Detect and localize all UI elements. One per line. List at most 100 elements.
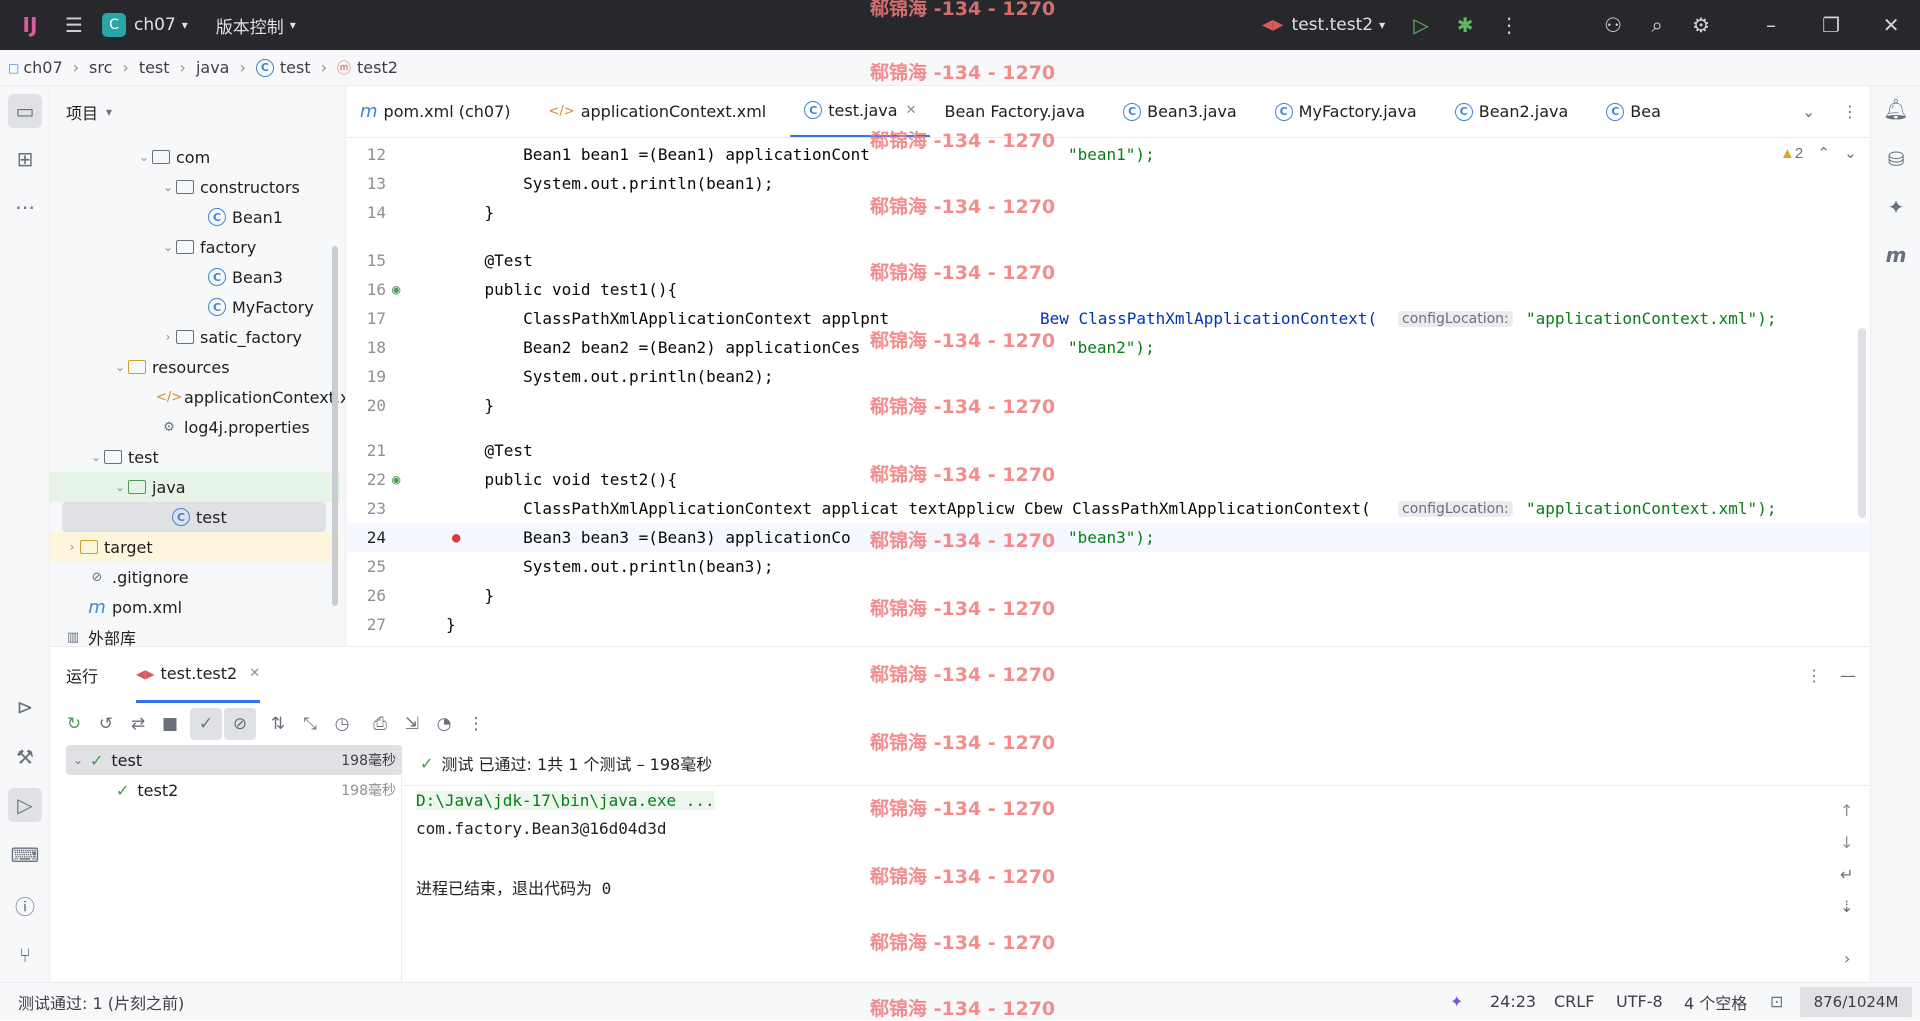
run-config-selector[interactable]: ◀▶ test.test2 ▾ [1262, 15, 1385, 35]
terminal-icon[interactable]: ⌨ [8, 838, 42, 872]
run-tool-icon[interactable]: ▷ [8, 788, 42, 822]
editor-scrollbar[interactable] [1858, 328, 1866, 518]
tree-item-myfactory[interactable]: C MyFactory [50, 292, 340, 322]
tree-item-gitignore[interactable]: ⊘ .gitignore [50, 562, 340, 592]
more-tools-icon[interactable]: ⋯ [8, 190, 42, 224]
collapse-icon[interactable]: ⤡ [294, 708, 326, 740]
tree-item-log4j[interactable]: ⚙ log4j.properties [50, 412, 340, 442]
notifications-bell-icon[interactable]: 🔔︎ [1879, 92, 1913, 126]
tree-item-factory[interactable]: ⌄ factory [50, 232, 340, 262]
git-branch-icon[interactable]: ⑂ [8, 938, 42, 972]
project-scrollbar[interactable] [332, 246, 338, 606]
settings-gear-icon[interactable]: ⚙ [1679, 5, 1723, 45]
services-icon[interactable]: ⊳ [8, 690, 42, 724]
tab-applicationcontext-xml[interactable]: </> applicationContext.xml [535, 86, 781, 137]
memory-indicator[interactable]: 876/1024M [1800, 987, 1912, 1017]
project-panel-header[interactable]: 项目 ▾ [50, 86, 345, 138]
scroll-up-icon[interactable]: ↑ [1840, 801, 1853, 820]
add-user-icon[interactable]: ⚇ [1591, 5, 1635, 45]
tree-item-resources[interactable]: ⌄ resources [50, 352, 340, 382]
build-hammer-icon[interactable]: ⚒ [8, 740, 42, 774]
console-output[interactable]: D:\Java\jdk-17\bin\java.exe ... com.fact… [416, 787, 1876, 983]
breadcrumb-item[interactable]: test [280, 58, 311, 77]
coverage-icon[interactable]: ◔ [428, 708, 460, 740]
tab-more-icon[interactable]: ⋮ [1842, 102, 1858, 121]
breadcrumb-item[interactable]: ch07 [23, 58, 62, 77]
status-message[interactable]: 测试通过: 1 (片刻之前) [18, 990, 184, 1014]
minimize-panel-icon[interactable]: — [1840, 666, 1856, 685]
structure-icon[interactable]: ⊞ [8, 142, 42, 176]
soft-wrap-icon[interactable]: ↵ [1840, 865, 1853, 884]
minimize-icon[interactable]: – [1749, 5, 1793, 45]
rerun-failed-icon[interactable]: ↺ [90, 708, 122, 740]
sort-icon[interactable]: ⇅ [262, 708, 294, 740]
tab-bean2-java[interactable]: C Bean2.java [1441, 86, 1583, 137]
main-menu-icon[interactable]: ☰ [52, 5, 96, 45]
debug-icon[interactable]: ✱ [1443, 5, 1487, 45]
tab-bea-truncated[interactable]: C Bea [1592, 86, 1675, 137]
tab-bean3-java[interactable]: C Bean3.java [1109, 86, 1251, 137]
tree-item-test-folder[interactable]: ⌄ test [50, 442, 340, 472]
close-icon[interactable]: ✕ [906, 103, 917, 118]
restore-icon[interactable]: ❐ [1809, 5, 1853, 45]
file-encoding[interactable]: UTF-8 [1616, 992, 1663, 1011]
vcs-menu[interactable]: 版本控制 ▾ [216, 13, 296, 38]
tab-list-chevron-icon[interactable]: ⌄ [1802, 102, 1815, 121]
tree-item-bean1[interactable]: C Bean1 [50, 202, 340, 232]
maven-icon[interactable]: m [1879, 238, 1913, 272]
show-ignored-icon[interactable]: ⊘ [224, 708, 256, 740]
breadcrumb-item[interactable]: java [196, 58, 230, 77]
breadcrumb-item[interactable]: src [89, 58, 112, 77]
ai-assistant-icon[interactable]: ✦ [1879, 190, 1913, 224]
check-icon: ✓ [90, 750, 104, 770]
toggle-auto-test-icon[interactable]: ⇄ [122, 708, 154, 740]
indent-setting[interactable]: 4 个空格 [1684, 990, 1747, 1014]
show-passed-icon[interactable]: ✓ [190, 708, 222, 740]
tree-item-com[interactable]: ⌄ com [50, 142, 340, 172]
tree-item-external-libs[interactable]: ▥ 外部库 [50, 622, 340, 646]
breadcrumb-item[interactable]: test2 [357, 58, 398, 77]
more-actions-icon[interactable]: ⋮ [1487, 5, 1531, 45]
search-icon[interactable]: ⌕ [1635, 5, 1679, 45]
tab-run-config[interactable]: ◀▶ test.test2 ✕ [136, 647, 261, 703]
tree-item-bean3[interactable]: C Bean3 [50, 262, 340, 292]
breadcrumb-item[interactable]: test [139, 58, 170, 77]
more-icon[interactable]: ⋮ [460, 708, 492, 740]
caret-position[interactable]: 24:23 [1490, 992, 1536, 1011]
tab-myfactory-java[interactable]: C MyFactory.java [1261, 86, 1431, 137]
line-separator[interactable]: CRLF [1554, 992, 1594, 1011]
tree-item-satic-factory[interactable]: › satic_factory [50, 322, 340, 352]
scroll-to-end-icon[interactable]: ⇣ [1840, 897, 1853, 916]
test-node[interactable]: ⌄ ✓ test 198毫秒 [66, 745, 402, 775]
import-icon[interactable]: ⇲ [396, 708, 428, 740]
tree-item-applicationcontext[interactable]: </> applicationContext.x [50, 382, 345, 412]
rerun-icon[interactable]: ↻ [58, 708, 90, 740]
expand-right-icon[interactable]: › [1844, 949, 1850, 968]
run-icon[interactable]: ▷ [1399, 5, 1443, 45]
run-test-gutter-icon[interactable]: ◉ [392, 282, 400, 298]
more-icon[interactable]: ⋮ [1806, 666, 1822, 685]
app-logo-icon[interactable]: IJ [8, 5, 52, 45]
scroll-down-icon[interactable]: ↓ [1840, 833, 1853, 852]
stop-icon[interactable]: ■ [154, 708, 186, 740]
lock-icon[interactable]: ⊡ [1770, 992, 1783, 1011]
database-icon[interactable]: ⛁ [1879, 142, 1913, 176]
project-folder-icon[interactable]: ▭ [8, 94, 42, 128]
tree-item-pom[interactable]: m pom.xml [50, 592, 340, 622]
ai-assistant-icon[interactable]: ✦ [1450, 992, 1463, 1011]
tree-item-constructors[interactable]: ⌄ constructors [50, 172, 340, 202]
close-icon[interactable]: ✕ [1869, 5, 1913, 45]
project-selector[interactable]: C ch07 ▾ [102, 13, 188, 37]
history-clock-icon[interactable]: ◷ [326, 708, 358, 740]
code-editor[interactable]: ▲2 ⌃ ⌄ 12 Bean1 bean1 =(Bean1) applicati… [346, 138, 1870, 646]
tab-pom-xml[interactable]: m pom.xml (ch07) [346, 86, 525, 137]
problems-icon[interactable]: ⓘ [8, 888, 42, 922]
run-tab-title[interactable]: 运行 [66, 663, 98, 687]
tree-item-java[interactable]: ⌄ java [50, 472, 340, 502]
tree-item-target[interactable]: › target [50, 532, 340, 562]
test-node[interactable]: ✓ test2 198毫秒 [66, 775, 402, 805]
tree-item-test-class[interactable]: Ctest [62, 502, 326, 532]
run-test-gutter-icon[interactable]: ◉ [392, 472, 400, 488]
camera-icon[interactable]: ⎙ [364, 708, 396, 740]
close-icon[interactable]: ✕ [249, 666, 260, 681]
